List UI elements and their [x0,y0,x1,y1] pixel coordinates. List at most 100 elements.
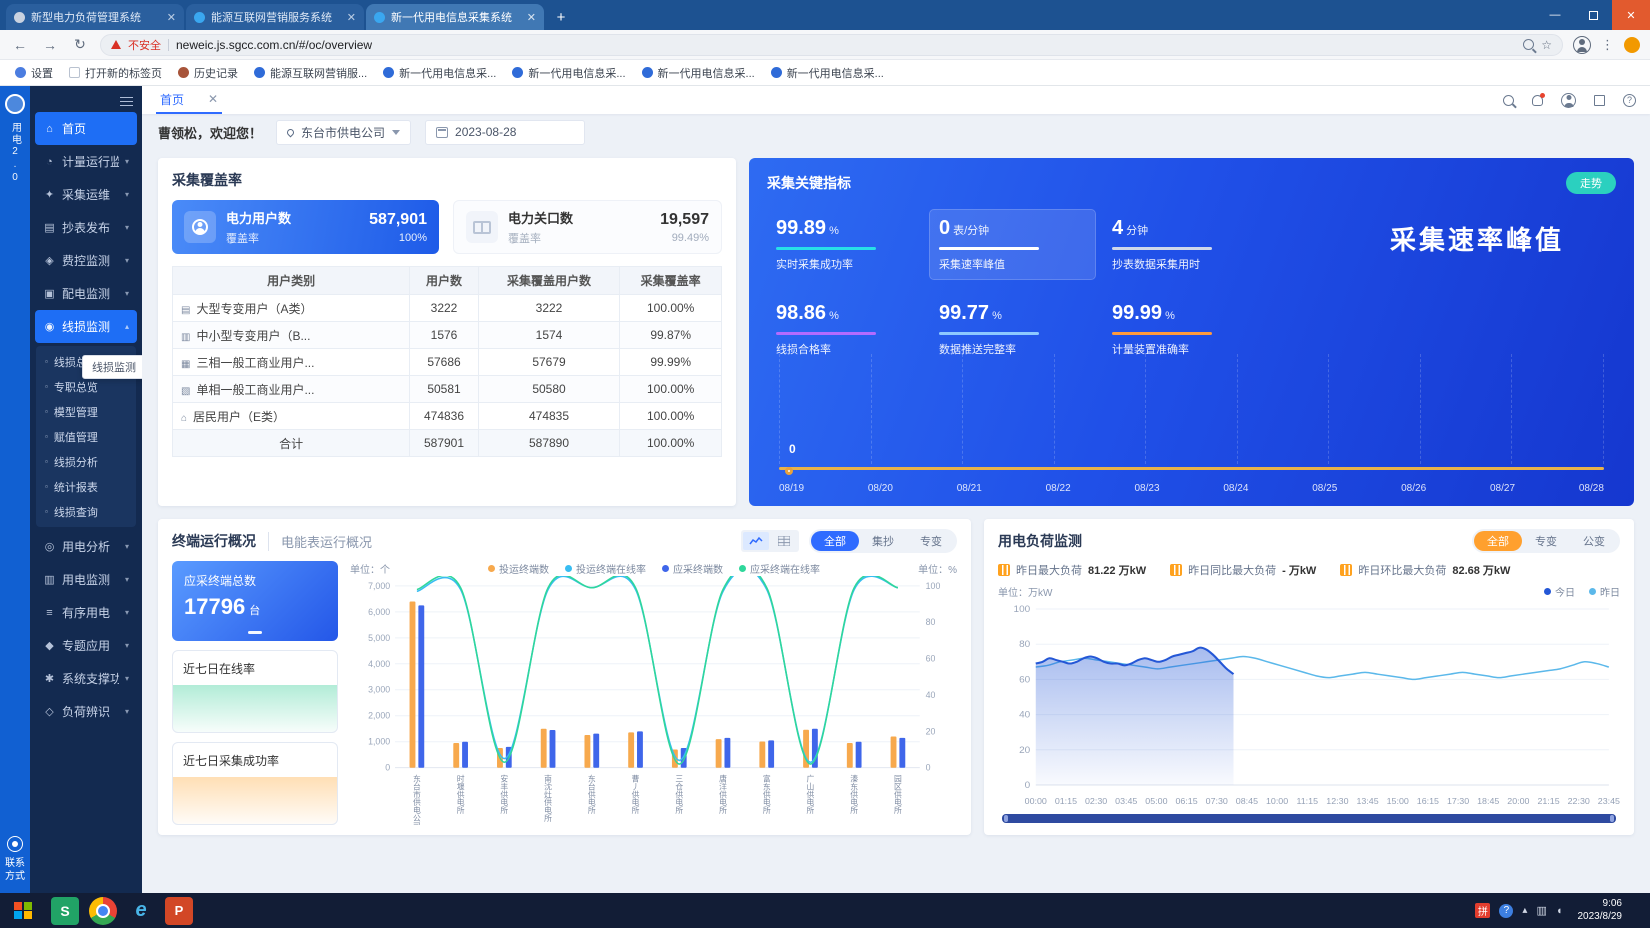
contact-button[interactable]: 联系 方式 [4,836,26,883]
search-icon[interactable] [1503,95,1514,106]
power-users-card[interactable]: 电力用户数 覆盖率 587,901 100% [172,200,439,254]
taskbar-ie-icon[interactable]: e [127,897,155,925]
sidebar-subitem[interactable]: ▫赋值管理 [36,424,136,449]
sidebar-item[interactable]: ≡有序用电▾ [35,596,137,629]
table-row[interactable]: ▧单相一般工商业用户...5058150580100.00% [173,376,722,403]
tray-network-icon[interactable]: ▥ [1536,904,1546,917]
browser-tab[interactable]: 新一代用电信息采集系统✕ [366,4,544,30]
help-icon[interactable]: ? [1623,94,1636,107]
legend-item[interactable]: 今日 [1544,584,1575,599]
tray-volume-icon[interactable]: ◖ [1556,905,1563,917]
bookmark-item[interactable]: 历史记录 [171,62,245,84]
notification-bell-icon[interactable] [1532,95,1543,106]
timeline-handle[interactable] [785,467,793,475]
new-tab-button[interactable]: + [550,6,572,28]
taskbar-app-s-icon[interactable]: S [51,897,79,925]
sidebar-item[interactable]: ◎用电分析▾ [35,530,137,563]
sidebar-subitem[interactable]: ▫模型管理 [36,399,136,424]
bookmark-item[interactable]: 新一代用电信息采... [635,62,762,84]
taskbar-clock[interactable]: 9:06 2023/8/29 [1572,898,1629,923]
tab-close-icon[interactable]: ✕ [167,11,176,24]
load-filter-gongbian[interactable]: 公变 [1570,531,1618,551]
browser-profile-icon[interactable] [1573,36,1591,54]
maximize-button[interactable] [1574,0,1612,30]
sidebar-subitem[interactable]: ▫线损查询 [36,499,136,524]
load-chart[interactable]: 02040608010000:0001:1502:3003:4505:0006:… [998,599,1620,811]
table-view-button[interactable] [771,532,797,550]
table-row[interactable]: ▤大型专变用户（A类）32223222100.00% [173,295,722,322]
filter-jichao[interactable]: 集抄 [859,531,907,551]
tab-close-icon[interactable]: ✕ [347,11,356,24]
sidebar-item[interactable]: ◇负荷辨识▾ [35,695,137,728]
meter-overview-tab[interactable]: 电能表运行概况 [268,532,372,551]
bookmark-item[interactable]: 新一代用电信息采... [764,62,891,84]
forward-button[interactable]: → [40,37,60,53]
org-selector[interactable]: 东台市供电公司 [276,120,411,145]
refresh-button[interactable]: ↻ [70,36,90,53]
terminal-chart[interactable]: 01,0002,0003,0004,0005,0006,0007,0000204… [350,576,957,825]
sidebar-item[interactable]: ▣配电监测▾ [35,277,137,310]
sidebar-item[interactable]: ◉线损监测▴ [35,310,137,343]
browser-tab[interactable]: 新型电力负荷管理系统✕ [6,4,184,30]
fullscreen-icon[interactable] [1594,95,1605,106]
star-bookmark-icon[interactable]: ☆ [1541,38,1552,52]
browser-tab[interactable]: 能源互联网营销服务系统✕ [186,4,364,30]
trend-button[interactable]: 走势 [1566,172,1616,194]
tab-close-icon[interactable]: ✕ [208,92,218,106]
load-filter-zhuanbian[interactable]: 专变 [1522,531,1570,551]
legend-item[interactable]: 投运终端在线率 [565,561,646,576]
taskbar-chrome-icon[interactable] [89,897,117,925]
legend-item[interactable]: 应采终端在线率 [739,561,820,576]
table-row[interactable]: ▦三相一般工商业用户...576865767999.99% [173,349,722,376]
browser-update-icon[interactable] [1624,37,1640,53]
taskbar-powerpoint-icon[interactable]: P [165,897,193,925]
date-picker[interactable]: 2023-08-28 [425,120,585,145]
sidebar-item[interactable]: ◆专题应用▾ [35,629,137,662]
bookmark-item[interactable]: 新一代用电信息采... [376,62,503,84]
table-row[interactable]: ⌂居民用户（E类）474836474835100.00% [173,403,722,430]
browser-menu-icon[interactable]: ⋮ [1601,37,1614,53]
legend-item[interactable]: 应采终端数 [662,561,723,576]
back-button[interactable]: ← [10,37,30,53]
sidebar-item[interactable]: ✱系统支撑功能▾ [35,662,137,695]
url-text[interactable]: neweic.js.sgcc.com.cn/#/oc/overview [176,38,1516,52]
terminal-total-card[interactable]: 应采终端总数 17796台 [172,561,338,641]
sidebar-item[interactable]: ◈费控监测▾ [35,244,137,277]
sidebar-item[interactable]: ◔计量运行监测▾ [35,145,137,178]
bookmark-item[interactable]: 新一代用电信息采... [505,62,632,84]
zoom-icon[interactable] [1523,39,1534,50]
filter-all[interactable]: 全部 [811,531,859,551]
tab-close-icon[interactable]: ✕ [527,11,536,24]
tray-help-icon[interactable]: ? [1499,904,1513,918]
sidebar-subitem[interactable]: ▫统计报表 [36,474,136,499]
terminal-title[interactable]: 终端运行概况 [172,531,256,551]
table-row[interactable]: ▥中小型专变用户（B...1576157499.87% [173,322,722,349]
bookmark-item[interactable]: 能源互联网营销服... [247,62,374,84]
page-tab-home[interactable]: 首页 ✕ [156,86,222,114]
start-button[interactable] [2,893,44,928]
legend-item[interactable]: 昨日 [1589,584,1620,599]
online-rate-card[interactable]: 近七日在线率 [172,650,338,733]
minimize-button[interactable]: — [1536,0,1574,30]
sidebar-item[interactable]: ▤抄表发布▾ [35,211,137,244]
chart-view-button[interactable] [743,532,769,550]
sidebar-item[interactable]: ⌂首页 [35,112,137,145]
close-button[interactable]: ✕ [1612,0,1650,30]
address-bar[interactable]: 不安全 neweic.js.sgcc.com.cn/#/oc/overview … [100,34,1563,56]
table-row[interactable]: 合计587901587890100.00% [173,430,722,457]
sidebar-item[interactable]: ✦采集运维▾ [35,178,137,211]
sidebar-subitem[interactable]: ▫线损分析 [36,449,136,474]
load-filter-all[interactable]: 全部 [1474,531,1522,551]
user-avatar-icon[interactable] [1561,93,1576,108]
data-zoom-slider[interactable] [1002,814,1616,823]
success-rate-card[interactable]: 近七日采集成功率 [172,742,338,825]
sidebar-item[interactable]: ▥用电监测▾ [35,563,137,596]
tray-expand-icon[interactable]: ▴ [1522,905,1527,916]
legend-item[interactable]: 投运终端数 [488,561,549,576]
kpi-timeline[interactable]: 0 08/1908/2008/2108/2208/2308/2408/2508/… [767,432,1616,496]
filter-zhuanbian[interactable]: 专变 [907,531,955,551]
sidebar-collapse-icon[interactable] [120,94,133,109]
bookmark-item[interactable]: 设置 [8,62,60,84]
ime-icon[interactable]: 拼 [1475,903,1490,918]
bookmark-item[interactable]: 打开新的标签页 [62,62,169,84]
